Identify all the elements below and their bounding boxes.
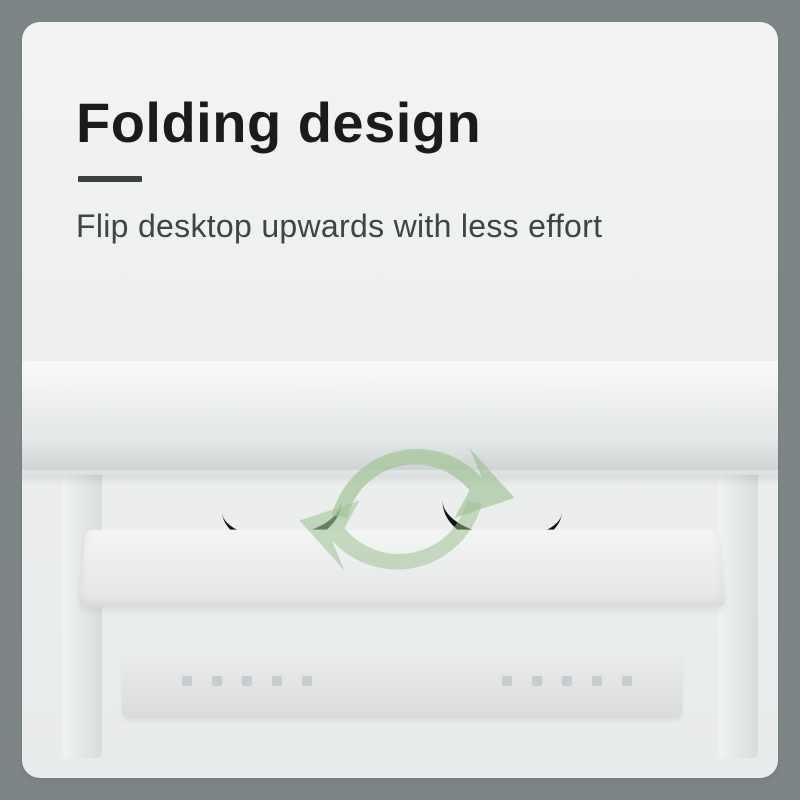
promo-card: Folding design Flip desktop upwards with… <box>22 22 778 778</box>
modesty-panel <box>122 648 682 718</box>
rotate-ring-icon <box>282 378 532 628</box>
card-title: Folding design <box>76 90 481 155</box>
desk-leg-right <box>718 458 758 758</box>
card-subtitle: Flip desktop upwards with less effort <box>76 208 602 245</box>
title-underline <box>78 176 142 182</box>
desk-leg-left <box>62 458 102 758</box>
